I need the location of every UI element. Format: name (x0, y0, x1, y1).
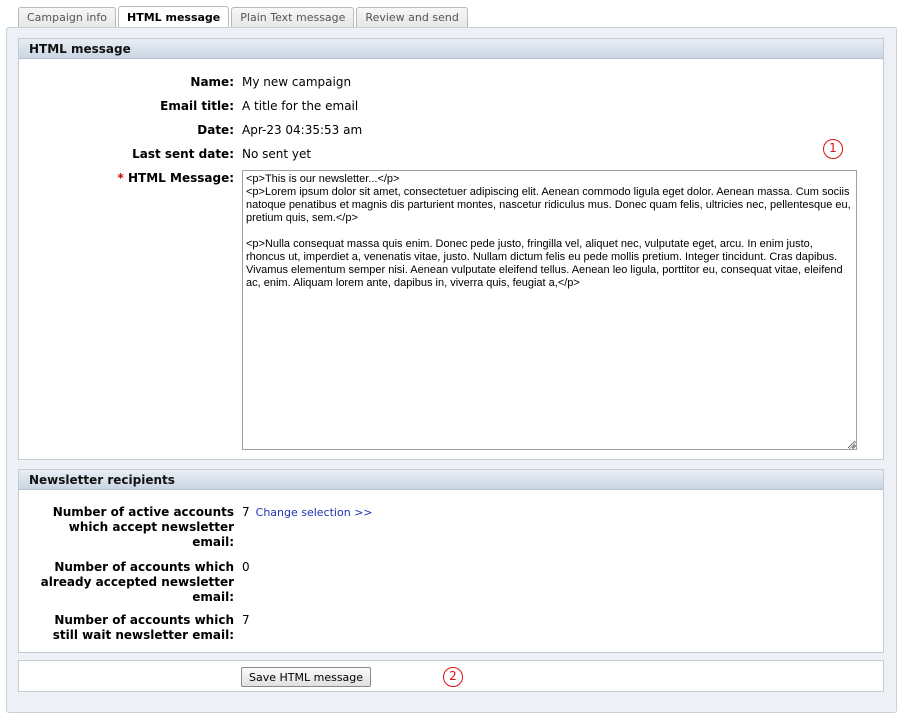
tab-campaign-info[interactable]: Campaign info (18, 7, 116, 28)
accepted-accounts-label: Number of accounts which already accepte… (40, 560, 234, 604)
html-message-textarea[interactable]: <p>This is our newsletter...</p> <p>Lore… (242, 170, 857, 450)
save-html-message-button[interactable]: Save HTML message (241, 667, 372, 687)
accepted-accounts-value: 0 (242, 560, 250, 574)
textarea-resize-handle[interactable] (848, 441, 856, 449)
email-title-value: A title for the email (242, 99, 359, 113)
required-marker: * (117, 171, 124, 185)
last-sent-date-label: Last sent date: (132, 147, 234, 161)
date-label: Date: (197, 123, 234, 137)
html-message-label-text: HTML Message: (128, 171, 234, 185)
html-message-section-title: HTML message (19, 39, 883, 59)
waiting-accounts-value: 7 (242, 613, 250, 627)
date-value: Apr-23 04:35:53 am (242, 123, 363, 137)
newsletter-recipients-section: Newsletter recipients Number of active a… (18, 469, 884, 653)
newsletter-recipients-section-title: Newsletter recipients (19, 470, 883, 490)
waiting-accounts-label: Number of accounts which still wait news… (52, 613, 234, 642)
email-title-label: Email title: (160, 99, 234, 113)
active-accounts-label: Number of active accounts which accept n… (52, 505, 234, 549)
tab-bar: Campaign info HTML message Plain Text me… (18, 6, 468, 28)
active-accounts-value-row: 7 Change selection >> (242, 505, 373, 520)
tab-plain-text-message[interactable]: Plain Text message (231, 7, 355, 28)
annotation-marker-2: 2 (443, 667, 463, 687)
name-label: Name: (190, 75, 234, 89)
annotation-marker-1: 1 (823, 139, 843, 159)
change-selection-link[interactable]: Change selection >> (256, 506, 373, 519)
tab-review-and-send[interactable]: Review and send (356, 7, 468, 28)
name-value: My new campaign (242, 75, 352, 89)
last-sent-date-value: No sent yet (242, 147, 312, 161)
html-message-label: * HTML Message: (24, 171, 234, 186)
html-message-section: HTML message Name: My new campaign Email… (18, 38, 884, 460)
active-accounts-value: 7 (242, 505, 250, 519)
tab-html-message[interactable]: HTML message (118, 6, 230, 28)
